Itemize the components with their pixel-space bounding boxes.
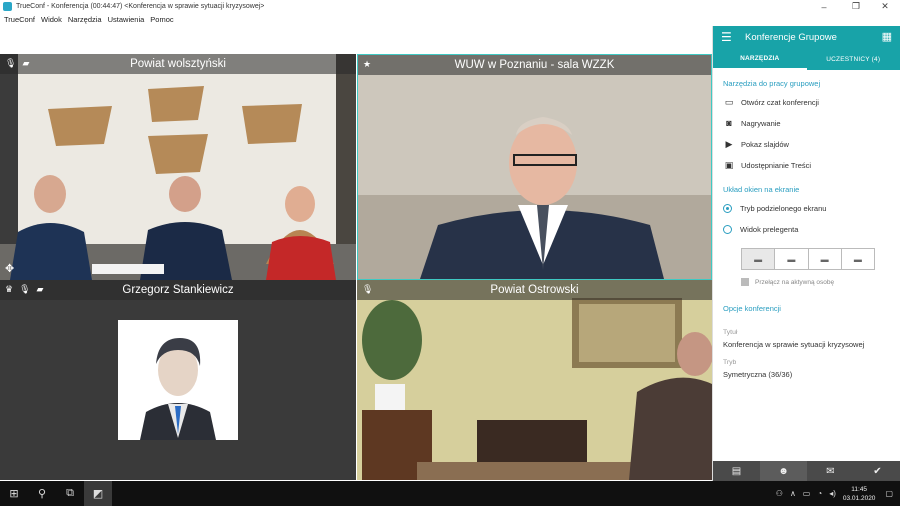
trueconf-taskbar-icon[interactable]: ◩ <box>84 481 112 506</box>
layout-right-icon[interactable]: ▬ <box>775 249 809 269</box>
layout-option-label: Tryb podzielonego ekranu <box>740 204 827 213</box>
windows-start-icon[interactable]: ⊞ <box>0 481 28 506</box>
participant-name: Powiat Ostrowski <box>490 284 579 296</box>
menu-bar: TrueConf Widok Narzędzia Ustawienia Pomo… <box>0 13 900 26</box>
hamburger-menu-icon[interactable]: ☰ <box>721 30 741 44</box>
checkbox-icon[interactable] <box>741 278 749 286</box>
active-person-checkbox[interactable]: Przełącz na aktywną osobę <box>741 278 900 286</box>
panel-header: ☰ Konferencje Grupowe ▦ <box>713 26 900 48</box>
volume-icon[interactable]: ◂) <box>829 489 836 498</box>
video-tile-powiat-ostrowski[interactable]: 🎙 Powiat Ostrowski <box>357 280 712 480</box>
menu-narzedzia[interactable]: Narzędzia <box>68 15 102 24</box>
layout-option-split-screen[interactable]: Tryb podzielonego ekranu <box>713 198 900 219</box>
crown-icon: ♛ <box>5 284 14 294</box>
layout-option-label: Widok prelegenta <box>740 225 799 234</box>
video-feed-room <box>0 54 356 280</box>
video-grid: 🎙 ▰ Powiat wolsztyński ✥ ★ WUW w Poznani… <box>0 26 712 481</box>
minimize-button[interactable]: ‒ <box>810 0 838 13</box>
topic-value: Konferencja w sprawie sytuacji kryzysowe… <box>723 340 865 349</box>
topic-label: Tytuł <box>723 329 738 336</box>
panel-tabs: NARZĘDZIA UCZESTNICY (4) <box>713 48 900 70</box>
panel-footer-toolbar: ▤ ☻ ✉ ✔ <box>713 461 900 481</box>
tool-label: Udostępnianie Treści <box>741 161 812 170</box>
tile-header: 🎙 ▰ Powiat wolsztyński <box>0 54 356 74</box>
participant-name: Powiat wolsztyński <box>130 58 226 70</box>
video-tile-powiat-wolsztynski[interactable]: 🎙 ▰ Powiat wolsztyński ✥ <box>0 54 356 280</box>
camera-off-icon: ▰ <box>36 284 44 294</box>
layout-option-presenter-view[interactable]: Widok prelegenta <box>713 219 900 240</box>
tool-recording[interactable]: ◙ Nagrywanie <box>713 113 900 134</box>
tool-label: Pokaz slajdów <box>741 140 789 149</box>
notifications-icon[interactable]: ▢ <box>885 489 893 498</box>
contacts-icon[interactable]: ▤ <box>713 461 760 481</box>
windows-taskbar: ⊞ ⚲ ⧉ ◩ ⚇ ∧ ▭ ◔ ◂) 11:45 03.01.2020 ▢ <box>0 481 900 506</box>
video-tile-grzegorz-stankiewicz[interactable]: ♛ 🎙 ▰ Grzegorz Stankiewicz <box>0 280 356 480</box>
tool-content-sharing[interactable]: ▣ Udostępnianie Treści <box>713 155 900 176</box>
participant-name: Grzegorz Stankiewicz <box>122 284 234 296</box>
radio-unselected-icon[interactable] <box>723 225 732 234</box>
mode-label: Tryb <box>723 359 737 366</box>
tab-narzedzia[interactable]: NARZĘDZIA <box>713 48 807 70</box>
clock-time: 11:45 <box>851 485 868 493</box>
close-button[interactable]: ✕ <box>871 0 899 13</box>
default-avatar <box>118 320 238 440</box>
search-icon[interactable]: ⚲ <box>28 481 56 506</box>
network-icon[interactable]: ◔ <box>817 489 822 498</box>
trueconf-app-icon <box>3 2 12 11</box>
chevron-up-icon[interactable]: ∧ <box>790 489 796 498</box>
menu-pomoc[interactable]: Pomoc <box>150 15 173 24</box>
participant-name: WUW w Poznaniu - sala WZZK <box>454 59 615 71</box>
tool-label: Otwórz czat konferencji <box>741 98 819 107</box>
system-tray: ⚇ ∧ ▭ ◔ ◂) 11:45 03.01.2020 ▢ <box>776 481 900 506</box>
record-icon: ◙ <box>726 118 732 128</box>
tool-slideshow[interactable]: ▶ Pokaz slajdów <box>713 134 900 155</box>
battery-icon[interactable]: ▭ <box>803 489 811 498</box>
maximize-button[interactable]: ❐ <box>842 0 870 13</box>
camera-off-icon: ▰ <box>22 58 30 68</box>
tools-section-heading: Narzędzia do pracy grupowej <box>723 79 821 88</box>
participants-icon[interactable]: ☻ <box>760 461 807 481</box>
people-icon[interactable]: ⚇ <box>776 489 783 498</box>
layout-left-icon[interactable]: ▬ <box>742 249 776 269</box>
calendar-icon[interactable]: ▦ <box>882 30 892 43</box>
video-feed-office <box>357 280 712 480</box>
tool-label: Nagrywanie <box>741 119 781 128</box>
screen-share-icon: ▣ <box>724 160 734 170</box>
layout-section-heading: Układ okien na ekranie <box>723 185 800 194</box>
video-feed-speaker <box>358 55 711 279</box>
mic-icon: 🎙 <box>5 58 17 68</box>
tab-uczestnicy[interactable]: UCZESTNICY (4) <box>807 48 900 70</box>
tile-header: ★ WUW w Poznaniu - sala WZZK <box>358 55 711 75</box>
clock-date: 03.01.2020 <box>842 494 876 502</box>
chat-bubble-icon[interactable]: ✉ <box>807 461 854 481</box>
task-view-icon[interactable]: ⧉ <box>56 481 84 506</box>
menu-widok[interactable]: Widok <box>41 15 62 24</box>
layout-bottom-icon[interactable]: ▬ <box>809 249 842 269</box>
slideshow-icon: ▶ <box>725 139 733 149</box>
video-tile-wuw-poznan[interactable]: ★ WUW w Poznaniu - sala WZZK <box>357 54 712 280</box>
layout-top-icon[interactable]: ▬ <box>842 249 874 269</box>
checkbox-label: Przełącz na aktywną osobę <box>755 278 835 286</box>
tile-header: 🎙 Powiat Ostrowski <box>357 280 712 300</box>
mode-value: Symetryczna (36/36) <box>723 370 793 379</box>
conf-options-heading: Opcje konferencji <box>723 304 781 313</box>
panel-title: Konferencje Grupowe <box>745 31 837 43</box>
title-bar: TrueConf - Konferencja (00:44:47) <Konfe… <box>0 0 900 13</box>
presenter-layout-buttons: ▬ ▬ ▬ ▬ <box>741 248 875 270</box>
mic-icon: 🎙 <box>362 284 374 294</box>
radio-selected-icon[interactable] <box>723 204 732 213</box>
side-panel: ☰ Konferencje Grupowe ▦ NARZĘDZIA UCZEST… <box>712 26 900 481</box>
tool-open-chat[interactable]: ▭ Otwórz czat konferencji <box>713 92 900 113</box>
chat-icon: ▭ <box>724 97 734 107</box>
move-icon[interactable]: ✥ <box>5 262 14 275</box>
tile-header: ♛ 🎙 ▰ Grzegorz Stankiewicz <box>0 280 356 300</box>
mic-icon: 🎙 <box>19 284 31 294</box>
app-window: TrueConf - Konferencja (00:44:47) <Konfe… <box>0 0 900 506</box>
menu-ustawienia[interactable]: Ustawienia <box>108 15 145 24</box>
window-title: TrueConf - Konferencja (00:44:47) <Konfe… <box>16 3 265 10</box>
tasks-icon[interactable]: ✔ <box>854 461 900 481</box>
menu-trueconf[interactable]: TrueConf <box>4 15 35 24</box>
star-icon: ★ <box>363 59 372 69</box>
clock[interactable]: 11:45 03.01.2020 <box>843 485 876 503</box>
